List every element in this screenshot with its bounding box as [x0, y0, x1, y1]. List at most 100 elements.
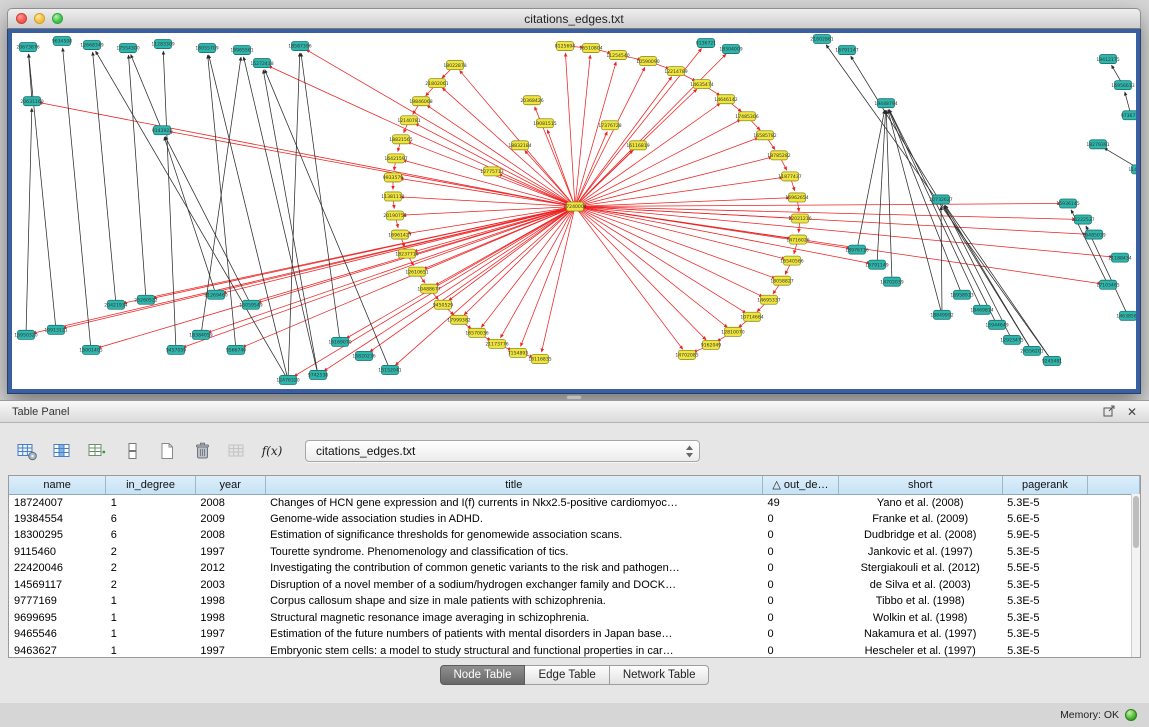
tab-edge-table[interactable]: Edge Table	[525, 665, 609, 685]
network-node[interactable]: 11877437	[778, 172, 801, 181]
cell-out_degree[interactable]: 49	[763, 494, 839, 511]
cell-title[interactable]: Disruption of a novel member of a sodium…	[265, 577, 762, 594]
column-header-year[interactable]: year	[195, 476, 265, 494]
cell-out_degree[interactable]: 0	[763, 643, 839, 659]
network-node[interactable]: 20421934	[104, 300, 127, 309]
network-node[interactable]: 15944649	[985, 320, 1008, 329]
table-row[interactable]: 911546021997Tourette syndrome. Phenomeno…	[9, 544, 1140, 561]
network-node[interactable]: 12668349	[80, 41, 103, 50]
cell-short[interactable]: Hescheler et al. (1997)	[838, 643, 1002, 659]
network-node[interactable]: 16570036	[465, 328, 488, 337]
cell-year[interactable]: 1997	[195, 544, 265, 561]
network-node[interactable]: 10590090	[636, 57, 659, 66]
network-node[interactable]: 12021216	[788, 214, 811, 223]
cell-title[interactable]: Corpus callosum shape and size in male p…	[265, 593, 762, 610]
row-height-icon[interactable]	[119, 439, 145, 463]
network-node[interactable]: 20190753	[383, 211, 406, 220]
cell-title[interactable]: Tourette syndrome. Phenomenology and cla…	[265, 544, 762, 561]
column-header-name[interactable]: name	[9, 476, 106, 494]
network-node[interactable]: 9736772	[1121, 111, 1136, 120]
zoom-window-button[interactable]	[52, 13, 63, 24]
cell-year[interactable]: 1998	[195, 593, 265, 610]
network-node[interactable]: 18022878	[443, 61, 466, 70]
network-node[interactable]: 12775713	[480, 167, 503, 176]
cell-name[interactable]: 18300295	[9, 527, 106, 544]
network-node[interactable]: 18832184	[508, 141, 531, 150]
network-node[interactable]: 16962654	[785, 193, 808, 202]
cell-title[interactable]: Estimation of the future numbers of pati…	[265, 626, 762, 643]
network-node[interactable]: 15950320	[14, 330, 37, 339]
network-node[interactable]: 12923475	[1000, 335, 1023, 344]
network-node[interactable]: 18237719	[395, 249, 418, 258]
table-row[interactable]: 969969511998Structural magnetic resonanc…	[9, 610, 1140, 627]
network-node[interactable]: 18587396	[288, 42, 311, 51]
network-node[interactable]: 14702039	[880, 277, 903, 286]
cell-year[interactable]: 2012	[195, 560, 265, 577]
function-builder-icon[interactable]: f(x)	[259, 439, 285, 463]
cell-pagerank[interactable]: 5.3E-5	[1002, 626, 1088, 643]
network-node[interactable]: 19965561	[230, 46, 253, 55]
new-table-icon[interactable]	[154, 439, 180, 463]
network-node[interactable]: 11254540	[606, 51, 629, 60]
network-graph[interactable]: 1724000418022878218020611984606812140781…	[12, 33, 1136, 389]
network-node[interactable]: 9143922	[152, 126, 173, 135]
cell-pagerank[interactable]: 5.5E-5	[1002, 560, 1088, 577]
cell-year[interactable]: 1997	[195, 626, 265, 643]
minimize-window-button[interactable]	[34, 13, 45, 24]
network-node[interactable]: 16510804	[579, 44, 602, 53]
cell-short[interactable]: Nakamura et al. (1997)	[838, 626, 1002, 643]
network-node[interactable]: 15001405	[79, 345, 102, 354]
cell-year[interactable]: 1998	[195, 610, 265, 627]
cell-pagerank[interactable]: 5.3E-5	[1002, 610, 1088, 627]
network-node[interactable]: 16956613	[1111, 81, 1134, 90]
table-row[interactable]: 946362711997Embryonic stem cells: a mode…	[9, 643, 1140, 659]
cell-name[interactable]: 9463627	[9, 643, 106, 659]
network-node[interactable]: 11431714	[1128, 165, 1136, 174]
cell-title[interactable]: Investigating the contribution of common…	[265, 560, 762, 577]
float-panel-icon[interactable]	[1103, 405, 1115, 419]
cell-short[interactable]: Wolkin et al. (1998)	[838, 610, 1002, 627]
table-row[interactable]: 1456911722003Disruption of a novel membe…	[9, 577, 1140, 594]
network-node[interactable]: 7154893	[508, 348, 529, 357]
network-node[interactable]: 12476320	[276, 375, 299, 384]
table-row[interactable]: 946554611997Estimation of the future num…	[9, 626, 1140, 643]
network-node[interactable]: 12214789	[664, 67, 687, 76]
cell-title[interactable]: Embryonic stem cells: a model to study s…	[265, 643, 762, 659]
network-window-titlebar[interactable]: citations_edges.txt	[7, 8, 1141, 29]
cell-in_degree[interactable]: 1	[106, 610, 196, 627]
cell-in_degree[interactable]: 1	[106, 626, 196, 643]
cell-name[interactable]: 22420046	[9, 560, 106, 577]
cell-out_degree[interactable]: 0	[763, 544, 839, 561]
cell-in_degree[interactable]: 2	[106, 544, 196, 561]
cell-pagerank[interactable]: 5.3E-5	[1002, 494, 1088, 511]
close-window-button[interactable]	[16, 13, 27, 24]
cell-name[interactable]: 9465546	[9, 626, 106, 643]
network-node[interactable]: 16116819	[626, 141, 649, 150]
cell-pagerank[interactable]: 5.6E-5	[1002, 511, 1088, 528]
table-mode-icon[interactable]	[14, 439, 40, 463]
network-node[interactable]: 16961427	[388, 230, 411, 239]
show-columns-icon[interactable]	[49, 439, 75, 463]
cell-name[interactable]: 9115460	[9, 544, 106, 561]
column-header-title[interactable]: title	[265, 476, 762, 494]
cell-year[interactable]: 1997	[195, 643, 265, 659]
cell-pagerank[interactable]: 5.9E-5	[1002, 527, 1088, 544]
network-node[interactable]: 18821565	[389, 135, 412, 144]
network-node[interactable]: 16958913	[950, 290, 973, 299]
cell-in_degree[interactable]: 6	[106, 511, 196, 528]
column-header-pagerank[interactable]: pagerank	[1002, 476, 1088, 494]
network-node[interactable]: 12140781	[397, 116, 420, 125]
network-node[interactable]: 15059549	[239, 300, 262, 309]
table-scrollbar[interactable]	[1131, 494, 1140, 657]
cell-pagerank[interactable]: 5.3E-5	[1002, 643, 1088, 659]
network-node[interactable]: 16485039	[1082, 230, 1105, 239]
table-scrollbar-thumb[interactable]	[1133, 496, 1139, 548]
create-column-icon[interactable]	[84, 439, 110, 463]
cell-year[interactable]: 2009	[195, 511, 265, 528]
column-header-out_degree[interactable]: △ out_de…	[763, 476, 839, 494]
network-node[interactable]: 15936145	[1056, 199, 1079, 208]
network-node[interactable]: 18469814	[970, 305, 993, 314]
table-row[interactable]: 1872400712008Changes of HCN gene express…	[9, 494, 1140, 511]
cell-name[interactable]: 14569117	[9, 577, 106, 594]
cell-name[interactable]: 9699695	[9, 610, 106, 627]
